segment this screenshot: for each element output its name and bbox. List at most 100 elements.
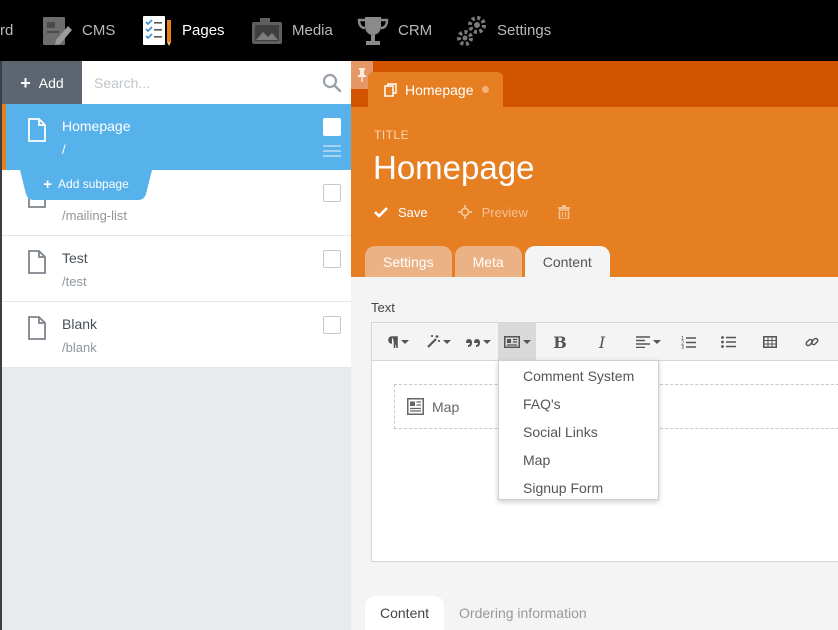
check-icon — [374, 207, 388, 218]
caret-down-icon — [482, 340, 491, 344]
nav-item-media[interactable]: Media — [250, 0, 333, 61]
magic-wand-icon — [426, 335, 440, 348]
plus-icon: + — [43, 175, 53, 193]
copy-icon — [384, 82, 397, 97]
paragraph-format-button[interactable] — [378, 323, 418, 361]
table-icon — [763, 336, 777, 348]
page-path: /blank — [62, 340, 97, 355]
page-icon — [27, 316, 47, 340]
page-row-blank[interactable]: Blank /blank — [2, 302, 351, 368]
nav-item-dashboard[interactable]: rd — [0, 0, 13, 61]
trophy-icon — [356, 14, 390, 48]
add-subpage-button[interactable]: + Add subpage — [20, 170, 152, 200]
menu-item-faqs[interactable]: FAQ's — [499, 390, 658, 418]
bold-label: B — [553, 332, 567, 352]
save-label: Save — [398, 204, 428, 220]
top-navigation: rd CMS Pages Media CRM Settings — [0, 0, 838, 61]
page-title: Blank — [62, 316, 98, 332]
select-checkbox[interactable] — [323, 316, 341, 334]
link-icon — [805, 337, 819, 347]
align-button[interactable] — [628, 323, 668, 361]
page-path: /mailing-list — [62, 208, 128, 223]
italic-button[interactable]: I — [586, 323, 618, 361]
italic-label: I — [598, 332, 606, 352]
title-label: TITLE — [374, 128, 410, 142]
page-editor: Homepage TITLE Homepage Save Preview Set… — [351, 61, 838, 630]
unsaved-dot — [481, 86, 489, 93]
nav-item-cms[interactable]: CMS — [40, 0, 115, 61]
editor-actions: Save Preview — [374, 201, 600, 223]
page-row-test[interactable]: Test /test — [2, 236, 351, 302]
quote-icon — [465, 338, 480, 347]
pages-icon — [140, 14, 174, 48]
bold-button[interactable]: B — [544, 323, 576, 361]
nav-label-settings: Settings — [497, 22, 552, 39]
plus-icon: + — [20, 72, 31, 93]
page-title: Homepage — [62, 118, 131, 134]
insert-widget-button[interactable] — [498, 323, 536, 361]
nav-label-crm: CRM — [398, 22, 433, 39]
tab-ordering-information[interactable]: Ordering information — [444, 596, 602, 630]
ordered-list-button[interactable]: 123 — [672, 323, 704, 361]
row-accent — [2, 104, 6, 170]
paragraph-icon — [388, 335, 398, 348]
link-button[interactable] — [796, 323, 828, 361]
nav-item-settings[interactable]: Settings — [455, 0, 551, 61]
nav-item-pages[interactable]: Pages — [140, 0, 225, 61]
widget-label: Map — [432, 398, 460, 415]
page-path: /test — [62, 274, 87, 289]
menu-item-signup-form[interactable]: Signup Form — [499, 474, 658, 502]
align-left-icon — [635, 336, 650, 348]
add-page-button[interactable]: + Add — [2, 61, 82, 104]
text-field-label: Text — [371, 300, 395, 315]
preview-button[interactable]: Preview — [457, 204, 528, 220]
caret-down-icon — [652, 340, 661, 344]
preview-label: Preview — [481, 204, 528, 220]
menu-item-social-links[interactable]: Social Links — [499, 418, 658, 446]
delete-button[interactable] — [557, 205, 570, 219]
nav-label-media: Media — [292, 22, 333, 39]
page-row-homepage[interactable]: Homepage / — [2, 104, 351, 170]
editor-toolbar: B I 123 — [372, 323, 838, 361]
menu-item-map[interactable]: Map — [499, 446, 658, 474]
blockquote-button[interactable] — [458, 323, 498, 361]
svg-text:3: 3 — [681, 345, 684, 349]
table-button[interactable] — [754, 323, 786, 361]
widget-icon — [407, 398, 424, 415]
nav-label-pages: Pages — [182, 22, 225, 39]
select-checkbox[interactable] — [323, 250, 341, 268]
nav-item-crm[interactable]: CRM — [356, 0, 432, 61]
open-tab-label: Homepage — [405, 81, 474, 98]
page-title-field[interactable]: Homepage — [373, 149, 534, 187]
select-checkbox[interactable] — [323, 184, 341, 202]
gears-icon — [455, 14, 489, 48]
search-input[interactable] — [82, 61, 351, 104]
tab-meta[interactable]: Meta — [454, 246, 522, 277]
ordered-list-icon: 123 — [681, 336, 696, 349]
page-path: / — [62, 142, 66, 157]
search-icon[interactable] — [322, 73, 342, 93]
add-subpage-text: Add subpage — [58, 177, 129, 191]
caret-down-icon — [401, 340, 409, 344]
add-label: Add — [38, 74, 64, 91]
save-button[interactable]: Save — [374, 205, 428, 220]
drag-handle-icon[interactable] — [323, 144, 341, 158]
page-title: Test — [62, 250, 88, 266]
select-checkbox[interactable] — [323, 118, 341, 136]
bullet-list-button[interactable] — [712, 323, 744, 361]
nav-label-cms: CMS — [82, 22, 116, 39]
tab-content[interactable]: Content — [524, 246, 610, 277]
crosshair-icon — [457, 205, 472, 219]
page-icon — [27, 250, 47, 274]
tab-settings[interactable]: Settings — [365, 246, 452, 277]
media-icon — [250, 14, 284, 48]
editor-tabs: Settings Meta Content — [365, 246, 613, 277]
open-tab-homepage[interactable]: Homepage — [368, 72, 503, 107]
nav-label-dashboard: rd — [0, 22, 14, 39]
styles-button[interactable] — [418, 323, 458, 361]
widget-icon — [503, 336, 520, 348]
widget-dropdown-menu: Comment System FAQ's Social Links Map Si… — [498, 360, 659, 500]
tab-content-bottom[interactable]: Content — [365, 596, 445, 630]
menu-item-comment-system[interactable]: Comment System — [499, 362, 658, 390]
page-list: Homepage / /mailing-list Test /test Blan… — [2, 104, 351, 368]
